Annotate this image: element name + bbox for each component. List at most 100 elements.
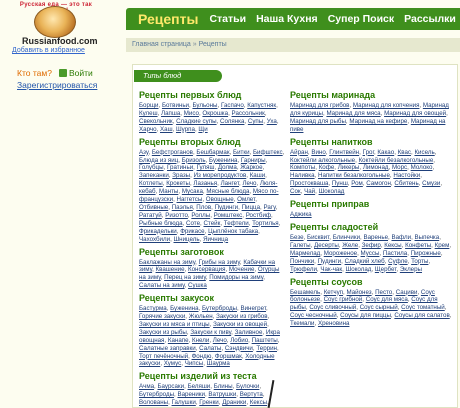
recipe-link[interactable]: Ромштекс <box>214 212 243 219</box>
recipe-link[interactable]: Вино <box>311 149 325 156</box>
nav-newsletters[interactable]: Рассылки <box>399 13 460 25</box>
recipe-link[interactable]: Мочение <box>229 266 255 273</box>
recipe-link[interactable]: Овощные <box>206 196 234 203</box>
recipe-link[interactable]: Сбитень <box>394 180 418 187</box>
recipe-link[interactable]: Шаурма <box>207 360 230 367</box>
recipe-link[interactable]: Хреновина <box>318 320 349 327</box>
recipe-link[interactable]: Манты <box>159 188 178 195</box>
recipe-link[interactable]: Бульоны <box>192 102 217 109</box>
recipe-link[interactable]: Вертута <box>240 391 263 398</box>
section-title[interactable]: Рецепты напитков <box>290 137 452 148</box>
recipe-link[interactable]: Цыплёнок табака <box>208 228 258 235</box>
section-title[interactable]: Рецепты маринада <box>290 90 452 101</box>
recipe-link[interactable]: Квашение <box>156 266 185 273</box>
recipe-link[interactable]: Чай <box>304 188 315 195</box>
recipe-link[interactable]: Зефир <box>362 242 381 249</box>
recipe-link[interactable]: Варенье <box>363 234 388 241</box>
recipe-link[interactable]: Маринад для овощей <box>384 110 446 117</box>
recipe-link[interactable]: Гарниры <box>241 157 266 164</box>
recipe-link[interactable]: Салатные заправки <box>139 345 196 352</box>
recipe-link[interactable]: Гуляш <box>197 164 215 171</box>
recipe-link[interactable]: Каши <box>250 172 265 179</box>
recipe-link[interactable]: Консервация <box>188 266 225 273</box>
recipe-link[interactable]: Ростбиф <box>246 212 271 219</box>
recipe-link[interactable]: Майонез <box>346 289 371 296</box>
recipe-link[interactable]: Перец на зиму <box>164 274 206 281</box>
recipe-link[interactable]: Соус сливочный <box>309 304 356 311</box>
section-title[interactable]: Рецепты вторых блюд <box>139 137 287 148</box>
recipe-link[interactable]: Маринад для мяса <box>326 110 380 117</box>
recipe-link[interactable]: Супы <box>248 118 263 125</box>
nav-super-search[interactable]: Супер Поиск <box>323 13 399 25</box>
recipe-link[interactable]: Соус для мяса <box>366 296 408 303</box>
recipe-link[interactable]: Щи <box>198 126 207 133</box>
recipe-link[interactable]: Драники <box>222 399 246 406</box>
recipe-link[interactable]: Кексы <box>384 242 401 249</box>
recipe-link[interactable]: Шоколад <box>346 266 372 273</box>
recipe-link[interactable]: Вафли <box>391 234 411 241</box>
recipe-link[interactable]: Мисо <box>184 110 199 117</box>
recipe-link[interactable]: Рассольник <box>232 110 265 117</box>
recipe-link[interactable]: Буженина <box>170 305 198 312</box>
section-title[interactable]: Рецепты первых блюд <box>139 90 287 101</box>
recipe-link[interactable]: Маринад для рыбы <box>290 118 346 125</box>
recipe-link[interactable]: Волованы <box>139 399 168 406</box>
recipe-link[interactable]: Ботвиньи <box>162 102 189 109</box>
recipe-link[interactable]: Голубцы <box>139 164 164 171</box>
nav-articles[interactable]: Статьи <box>204 13 251 25</box>
recipe-link[interactable]: Роллы <box>191 212 210 219</box>
recipe-link[interactable]: Пончики <box>290 258 314 265</box>
recipe-link[interactable]: Баурсаки <box>158 383 185 390</box>
recipe-link[interactable]: Лечо <box>242 180 256 187</box>
recipe-link[interactable]: Бешамель <box>290 289 320 296</box>
recipe-link[interactable]: Сладкие супы <box>176 118 216 125</box>
login-button[interactable]: Войти <box>59 68 93 78</box>
recipe-link[interactable]: Бутерброды <box>202 305 237 312</box>
recipe-link[interactable]: Кисель <box>414 149 434 156</box>
recipe-link[interactable]: Лобио <box>230 337 248 344</box>
recipe-link[interactable]: Бутерброды <box>139 391 174 398</box>
recipe-link[interactable]: Солянка <box>220 118 244 125</box>
recipe-link[interactable]: Свекольник <box>139 118 173 125</box>
recipe-link[interactable]: Компоты <box>290 164 315 171</box>
section-title[interactable]: Рецепты заготовок <box>139 247 287 258</box>
recipe-link[interactable]: Айран <box>290 149 308 156</box>
recipe-link[interactable]: Соус томатный <box>401 304 445 311</box>
section-title[interactable]: Рецепты закусок <box>139 293 287 304</box>
recipe-link[interactable]: Соте <box>186 220 200 227</box>
section-title[interactable]: Рецепты сладостей <box>290 222 452 233</box>
recipe-link[interactable]: Пудинги <box>318 258 342 265</box>
recipe-link[interactable]: Стейк <box>203 220 220 227</box>
recipe-link[interactable]: Закуски из грибов <box>216 313 267 320</box>
recipe-link[interactable]: Яичница <box>203 236 228 243</box>
recipe-link[interactable]: Омлет <box>237 196 255 203</box>
recipe-link[interactable]: Долма <box>218 164 237 171</box>
recipe-link[interactable]: Лангет <box>221 180 239 187</box>
recipe-link[interactable]: Харчо <box>139 126 157 133</box>
recipe-link[interactable]: Грибы на зиму <box>199 259 240 266</box>
recipe-link[interactable]: Фрикасе <box>180 228 204 235</box>
recipe-link[interactable]: Лечо <box>213 337 227 344</box>
recipe-link[interactable]: Шурпа <box>176 126 195 133</box>
recipe-link[interactable]: Торт печёночный <box>139 353 188 360</box>
recipe-link[interactable]: Ватрушки <box>208 391 236 398</box>
recipe-link[interactable]: Грог <box>363 149 374 156</box>
recipe-link[interactable]: Песто <box>375 289 392 296</box>
recipe-link[interactable]: Бастурма <box>139 305 167 312</box>
recipe-link[interactable]: Фондю <box>192 353 212 360</box>
site-logo[interactable]: Русская еда — это так просто! Russianfoo… <box>12 2 98 46</box>
recipe-link[interactable]: Десерты <box>314 242 339 249</box>
recipe-link[interactable]: Кулеш <box>139 110 158 117</box>
recipe-link[interactable]: Простокваша <box>290 180 328 187</box>
recipe-link[interactable]: Пицца <box>242 204 260 211</box>
recipe-link[interactable]: Горячие закуски <box>139 313 185 320</box>
recipe-link[interactable]: Сок <box>290 188 301 195</box>
recipe-link[interactable]: Эклеры <box>400 266 422 273</box>
recipe-link[interactable]: Шницель <box>174 236 200 243</box>
recipe-link[interactable]: Муссы <box>361 250 380 257</box>
recipe-link[interactable]: Пунш <box>332 180 348 187</box>
recipe-link[interactable]: Квас <box>398 149 411 156</box>
recipe-link[interactable]: Помидоры на зиму <box>209 274 263 281</box>
recipe-link[interactable]: Кофе <box>319 164 335 171</box>
recipe-link[interactable]: Гренки <box>199 399 218 406</box>
